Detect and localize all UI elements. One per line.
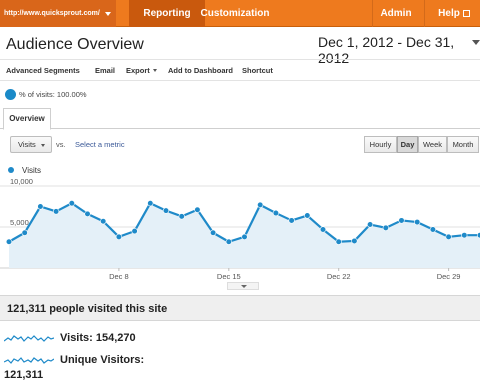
tab-bar: Overview	[0, 108, 480, 130]
data-point[interactable]	[335, 238, 342, 245]
legend-marker	[8, 167, 14, 173]
sparkline-icon	[4, 335, 54, 342]
data-point[interactable]	[178, 213, 185, 220]
advanced-segments-button[interactable]: Advanced Segments	[6, 60, 80, 82]
export-label: Export	[126, 66, 150, 75]
data-point[interactable]	[445, 233, 452, 240]
data-point[interactable]	[414, 218, 421, 226]
data-point[interactable]	[461, 232, 468, 239]
x-tick-label: Dec 8	[109, 272, 129, 281]
chevron-down-icon	[105, 12, 111, 16]
data-point[interactable]	[257, 201, 264, 208]
data-point[interactable]	[429, 226, 437, 233]
nav-help[interactable]: Help	[430, 0, 478, 27]
metric-dropdown-label: Visits	[18, 140, 36, 149]
y-tick-label: 10,000	[10, 177, 33, 186]
chevron-down-icon	[41, 144, 45, 147]
data-point[interactable]	[398, 217, 405, 224]
add-to-dashboard-button[interactable]: Add to Dashboard	[168, 60, 233, 82]
vs-label: vs.	[56, 140, 66, 149]
stat-unique-visitors-value: 121,311	[4, 369, 44, 381]
stat-visits-value: 154,270	[95, 332, 136, 344]
segment-label: % of visits: 100.00%	[19, 90, 87, 99]
legend-label: Visits	[22, 166, 41, 175]
report-toolbar: Advanced Segments Email Export Add to Da…	[0, 59, 480, 81]
sparkline-icon	[4, 357, 54, 364]
nav-customization[interactable]: Customization	[191, 0, 279, 27]
y-tick-label: 5,000	[10, 218, 29, 227]
data-point[interactable]	[5, 238, 13, 245]
account-url: http://www.quicksprout.com/	[4, 10, 100, 17]
data-point[interactable]	[351, 237, 358, 245]
chart-collapse-handle[interactable]	[227, 282, 259, 290]
chevron-down-icon	[152, 69, 157, 72]
data-point[interactable]	[272, 209, 280, 217]
export-button[interactable]: Export	[126, 60, 157, 82]
data-point[interactable]	[241, 233, 248, 240]
x-tick-label: Dec 22	[327, 272, 351, 281]
data-point[interactable]	[52, 208, 60, 215]
shortcut-button[interactable]: Shortcut	[242, 60, 273, 82]
stat-visits-label: Visits	[60, 332, 90, 344]
x-tick-label: Dec 29	[437, 272, 461, 281]
data-point[interactable]	[37, 203, 44, 210]
data-point[interactable]	[225, 238, 232, 245]
data-point[interactable]	[319, 226, 327, 233]
data-point[interactable]	[21, 229, 28, 236]
data-point[interactable]	[194, 206, 201, 213]
account-selector[interactable]: http://www.quicksprout.com/	[0, 0, 116, 27]
visits-line-chart[interactable]: 10,000 5,000 Dec 8 Dec 15 Dec 22 Dec 29	[0, 176, 480, 284]
summary-headline: 121,311 people visited this site	[7, 303, 168, 315]
stat-visits-text: Visits: 154,270	[60, 332, 136, 344]
nav-help-label: Help	[438, 8, 460, 19]
month-button[interactable]: Month	[447, 136, 479, 153]
pie-icon	[5, 89, 16, 100]
nav-divider	[424, 0, 425, 27]
data-point[interactable]	[304, 212, 311, 219]
data-point[interactable]	[84, 210, 91, 217]
data-point[interactable]	[210, 229, 217, 236]
day-button[interactable]: Day	[397, 136, 418, 153]
metric-dropdown[interactable]: Visits	[10, 136, 52, 153]
data-point[interactable]	[367, 221, 374, 228]
chevron-down-icon	[241, 285, 247, 288]
stat-unique-visitors-label: Unique Visitors:	[60, 354, 145, 366]
data-point[interactable]	[68, 200, 75, 207]
data-point[interactable]	[162, 207, 170, 214]
nav-admin[interactable]: Admin	[372, 0, 420, 27]
page-title: Audience Overview	[6, 36, 144, 53]
chevron-down-icon[interactable]	[472, 40, 480, 45]
stat-unique-visitors-label-text: Unique Visitors	[60, 354, 141, 366]
x-tick-label: Dec 15	[217, 272, 241, 281]
data-point[interactable]	[382, 224, 389, 231]
week-button[interactable]: Week	[418, 136, 447, 153]
data-point[interactable]	[115, 233, 122, 240]
data-point[interactable]	[131, 227, 138, 235]
top-nav-bar: http://www.quicksprout.com/ Reporting Cu…	[0, 0, 480, 27]
hourly-button[interactable]: Hourly	[364, 136, 397, 153]
data-point[interactable]	[288, 217, 295, 224]
select-metric-link[interactable]: Select a metric	[75, 140, 125, 149]
tab-overview[interactable]: Overview	[3, 108, 51, 130]
data-point[interactable]	[100, 218, 107, 225]
data-point[interactable]	[147, 200, 154, 207]
email-button[interactable]: Email	[95, 60, 115, 82]
external-link-icon	[462, 10, 470, 17]
summary-bar: 121,311 people visited this site	[0, 295, 480, 321]
